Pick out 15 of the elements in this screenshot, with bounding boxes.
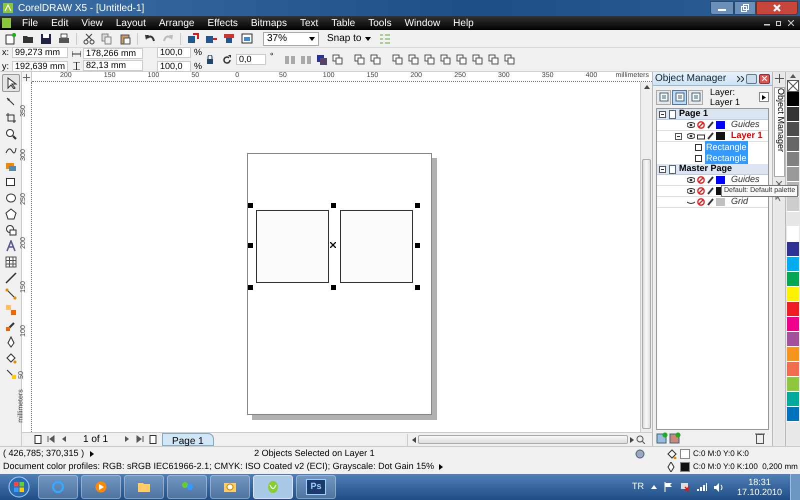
degree-label: ° <box>270 50 274 63</box>
outline-color-values: C:0 M:0 Y:0 K:100 0,200 mm <box>693 461 797 473</box>
field-label: x: <box>2 46 10 58</box>
color-profiles-text: Document color profiles: RGB: sRGB IEC61966-2.1; CMYK: ISO Coated v2 (ECI); Grayscale: Dot Gain 15% <box>3 460 434 474</box>
percent-label: % <box>194 46 202 58</box>
panel-title: Object Manager <box>655 72 726 86</box>
layer-label: Layer: <box>710 87 736 97</box>
field-label: y: <box>2 60 10 73</box>
page-counter: 1 of 1 <box>83 433 108 447</box>
percent-label: % <box>194 60 202 72</box>
fill-color-values: C:0 M:0 Y:0 K:0 <box>693 448 750 460</box>
window-title: CorelDRAW X5 - [Untitled-1] <box>18 2 144 16</box>
layer-name: Layer 1 <box>710 97 740 107</box>
cursor-coordinates: ( 426,785; 370,315 ) <box>3 447 84 460</box>
selection-status: 2 Objects Selected on Layer 1 <box>254 447 375 460</box>
